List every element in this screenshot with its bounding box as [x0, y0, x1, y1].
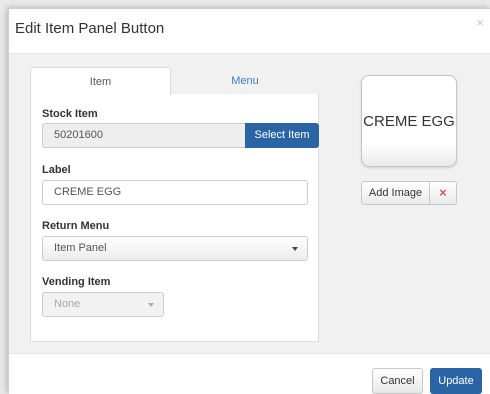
stock-item-label: Stock Item	[42, 108, 98, 120]
vending-item-value: None	[54, 298, 81, 310]
modal-header: Edit Item Panel Button ×	[9, 9, 490, 54]
chevron-down-icon	[148, 303, 154, 307]
update-button[interactable]: Update	[430, 368, 482, 394]
tab-menu[interactable]: Menu	[171, 67, 319, 95]
cancel-button[interactable]: Cancel	[372, 368, 423, 394]
label-field-label: Label	[42, 164, 71, 176]
item-tab-panel: Stock Item 50201600 Select Item Label CR…	[30, 94, 319, 342]
return-menu-value: Item Panel	[54, 242, 107, 254]
modal-title: Edit Item Panel Button	[15, 20, 165, 37]
vending-item-label: Vending Item	[42, 276, 111, 288]
modal-footer: Cancel Update	[9, 353, 490, 394]
modal-body: Item Menu Stock Item 50201600 Select Ite…	[9, 54, 490, 353]
label-input[interactable]: CREME EGG	[42, 180, 308, 205]
stock-item-input[interactable]: 50201600	[42, 123, 246, 148]
remove-image-icon[interactable]: ×	[430, 181, 457, 205]
button-preview: CREME EGG	[361, 75, 457, 167]
tab-item[interactable]: Item	[30, 67, 171, 95]
edit-item-panel-modal: Edit Item Panel Button × Item Menu Stock…	[8, 8, 490, 394]
add-image-button[interactable]: Add Image	[361, 181, 430, 205]
vending-item-select[interactable]: None	[42, 292, 164, 317]
close-icon[interactable]: ×	[476, 15, 484, 30]
tab-bar: Item Menu	[30, 67, 319, 95]
select-item-button[interactable]: Select Item	[245, 123, 319, 148]
chevron-down-icon	[292, 247, 298, 251]
return-menu-select[interactable]: Item Panel	[42, 236, 308, 261]
return-menu-label: Return Menu	[42, 220, 110, 232]
